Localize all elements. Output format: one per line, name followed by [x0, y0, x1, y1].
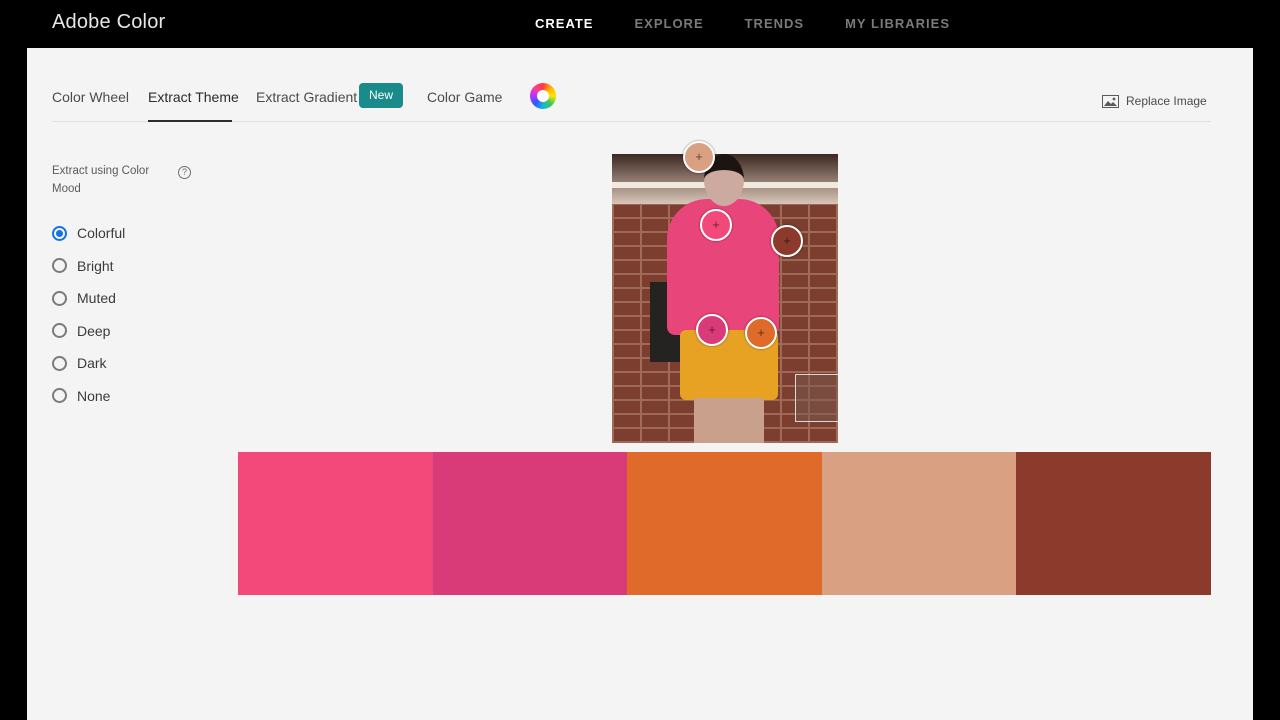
color-picker-handle-2[interactable]: +: [696, 314, 728, 346]
tab-extract-gradient[interactable]: Extract Gradient: [256, 89, 357, 105]
mood-options: Colorful Bright Muted Deep Dark None: [52, 217, 125, 412]
mood-label: Colorful: [77, 225, 126, 242]
swatch-3[interactable]: [627, 452, 822, 595]
mood-title: Extract using Color Mood: [52, 165, 150, 195]
swatch-1[interactable]: [238, 452, 433, 595]
radio-bright[interactable]: [52, 258, 67, 274]
color-picker-handle-5[interactable]: +: [771, 225, 803, 257]
color-game-icon[interactable]: [530, 83, 556, 109]
mood-label: Dark: [77, 355, 107, 372]
tab-extract-theme[interactable]: Extract Theme: [148, 89, 239, 105]
tab-color-game[interactable]: Color Game: [427, 89, 502, 105]
app-title[interactable]: Adobe Color: [52, 11, 165, 34]
tab-color-wheel[interactable]: Color Wheel: [52, 89, 129, 105]
sub-tabs: Color Wheel Extract Theme Extract Gradie…: [52, 48, 1211, 122]
active-tab-indicator: [148, 120, 232, 122]
radio-colorful[interactable]: [52, 225, 67, 241]
help-icon[interactable]: ?: [178, 166, 191, 179]
mood-label: Muted: [77, 290, 116, 307]
swatch-5[interactable]: [1016, 452, 1211, 595]
top-nav: CREATE EXPLORE TRENDS MY LIBRARIES: [535, 16, 991, 31]
mood-label: Bright: [77, 257, 114, 274]
photo-legs: [694, 398, 764, 443]
mood-option-dark[interactable]: Dark: [52, 347, 125, 380]
color-swatches: [238, 452, 1211, 595]
radio-none[interactable]: [52, 388, 67, 404]
replace-image-button[interactable]: Replace Image: [1102, 94, 1207, 108]
radio-muted[interactable]: [52, 290, 67, 306]
replace-image-label: Replace Image: [1126, 94, 1207, 108]
source-image: [612, 154, 838, 443]
mood-option-deep[interactable]: Deep: [52, 315, 125, 348]
nav-my-libraries[interactable]: MY LIBRARIES: [845, 16, 950, 31]
color-picker-handle-3[interactable]: +: [745, 317, 777, 349]
swatch-2[interactable]: [432, 452, 628, 595]
mood-option-muted[interactable]: Muted: [52, 282, 125, 315]
nav-trends[interactable]: TRENDS: [745, 16, 804, 31]
photo-thumbnail-frame: [795, 374, 838, 422]
mood-option-none[interactable]: None: [52, 380, 125, 413]
color-picker-handle-4[interactable]: +: [683, 141, 715, 173]
nav-create[interactable]: CREATE: [535, 16, 593, 31]
main-panel: Color Wheel Extract Theme Extract Gradie…: [27, 48, 1253, 720]
nav-explore[interactable]: EXPLORE: [634, 16, 703, 31]
mood-option-colorful[interactable]: Colorful: [52, 217, 125, 250]
top-bar: Adobe Color CREATE EXPLORE TRENDS MY LIB…: [0, 0, 1280, 48]
mood-label: Deep: [77, 322, 111, 339]
swatch-4[interactable]: [821, 452, 1017, 595]
image-icon: [1102, 94, 1119, 108]
radio-dark[interactable]: [52, 355, 67, 371]
mood-option-bright[interactable]: Bright: [52, 250, 125, 283]
new-badge: New: [359, 83, 403, 108]
radio-deep[interactable]: [52, 323, 67, 339]
color-picker-handle-1[interactable]: +: [700, 209, 732, 241]
mood-label: None: [77, 387, 111, 404]
